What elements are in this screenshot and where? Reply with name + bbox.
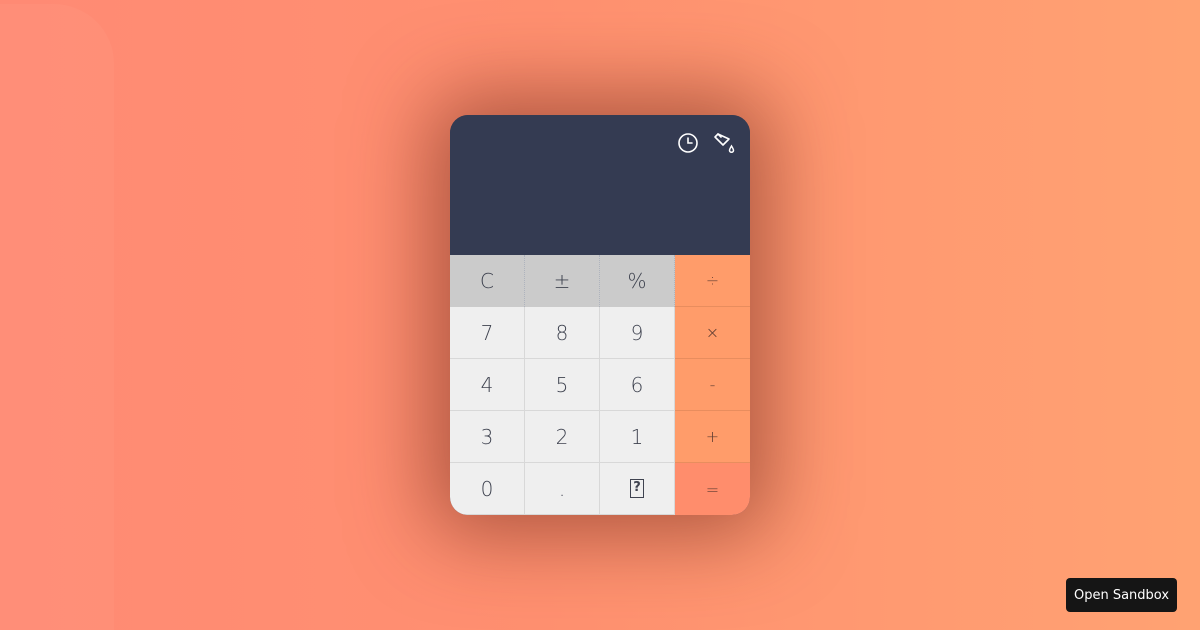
digit-8-button[interactable]: 8 bbox=[525, 307, 600, 359]
digit-9-button[interactable]: 9 bbox=[600, 307, 675, 359]
paint-bucket-icon[interactable] bbox=[712, 131, 736, 155]
plus-minus-button[interactable]: ± bbox=[525, 255, 600, 307]
divide-button[interactable]: ÷ bbox=[675, 255, 750, 307]
display-toolbar bbox=[676, 131, 736, 155]
digit-4-button[interactable]: 4 bbox=[450, 359, 525, 411]
digit-6-button[interactable]: 6 bbox=[600, 359, 675, 411]
digit-3-button[interactable]: 3 bbox=[450, 411, 525, 463]
calculator-display bbox=[450, 115, 750, 255]
digit-5-button[interactable]: 5 bbox=[525, 359, 600, 411]
equals-button[interactable]: = bbox=[675, 463, 750, 515]
left-background-panel bbox=[0, 4, 114, 630]
digit-2-button[interactable]: 2 bbox=[525, 411, 600, 463]
percent-button[interactable]: % bbox=[600, 255, 675, 307]
subtract-button[interactable]: - bbox=[675, 359, 750, 411]
missing-glyph-icon: ? bbox=[630, 479, 644, 498]
keypad: C ± % ÷ 7 8 9 × 4 5 6 - 3 2 1 + 0 . ? = bbox=[450, 255, 750, 515]
open-sandbox-button[interactable]: Open Sandbox bbox=[1066, 578, 1177, 612]
calculator: C ± % ÷ 7 8 9 × 4 5 6 - 3 2 1 + 0 . ? = bbox=[450, 115, 750, 515]
digit-0-button[interactable]: 0 bbox=[450, 463, 525, 515]
clock-icon[interactable] bbox=[676, 131, 700, 155]
unknown-glyph-button[interactable]: ? bbox=[600, 463, 675, 515]
add-button[interactable]: + bbox=[675, 411, 750, 463]
multiply-button[interactable]: × bbox=[675, 307, 750, 359]
decimal-button[interactable]: . bbox=[525, 463, 600, 515]
digit-7-button[interactable]: 7 bbox=[450, 307, 525, 359]
digit-1-button[interactable]: 1 bbox=[600, 411, 675, 463]
clear-button[interactable]: C bbox=[450, 255, 525, 307]
